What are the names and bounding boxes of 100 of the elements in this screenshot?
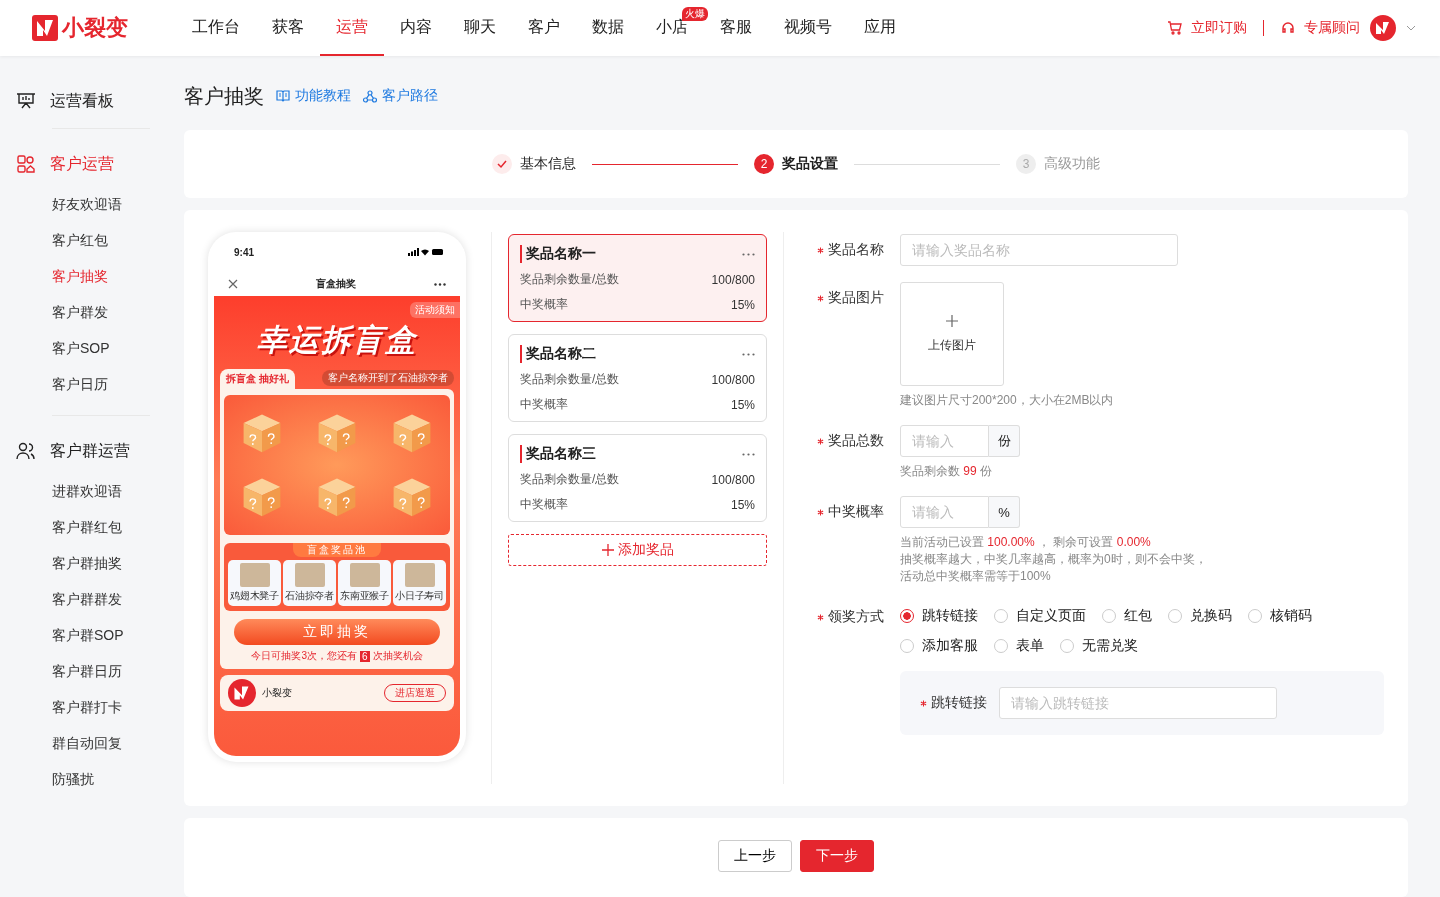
sidebar-item[interactable]: 客户群抽奖 [16,546,150,582]
order-link[interactable]: 立即订购 [1167,19,1247,37]
unit-addon: % [989,496,1020,528]
photo-placeholder [239,563,270,587]
sidebar-item[interactable]: 群自动回复 [16,726,150,762]
prize-card[interactable]: 奖品名称一 奖品剩余数量/总数 100/800 中奖概率 15% [508,234,767,322]
required-icon [817,437,824,445]
radio-option[interactable]: 跳转链接 [900,607,978,625]
radio-option[interactable]: 表单 [994,637,1044,655]
sidebar-item[interactable]: 客户群打卡 [16,690,150,726]
hot-badge: 火爆 [682,7,708,21]
photo-placeholder [349,563,380,587]
chances-text: 今日可抽奖3次，您还有 [251,649,357,663]
advisor-link[interactable]: 专属顾问 [1280,19,1360,37]
prize-name: 奖品名称二 [520,345,596,363]
prize-rate-label: 中奖概率 [520,496,568,513]
add-prize-button[interactable]: 添加奖品 [508,534,767,566]
sidebar-section[interactable]: 客户运营 [16,149,150,179]
prize-name: 奖品名称三 [520,445,596,463]
radio-option[interactable]: 兑换码 [1168,607,1232,625]
chevron-down-icon[interactable] [1406,25,1416,31]
prize-name: 奖品名称一 [520,245,596,263]
avatar-icon[interactable] [1370,15,1396,41]
cart-icon [1167,20,1183,36]
radio-option[interactable]: 添加客服 [900,637,978,655]
prize-stock: 100/800 [711,372,755,387]
plus-icon [601,544,614,556]
nav-tab[interactable]: 内容 [384,0,448,56]
photo-placeholder [404,563,435,587]
sidebar-section[interactable]: 客户群运营 [16,436,150,466]
prize-card[interactable]: 奖品名称三 奖品剩余数量/总数 100/800 中奖概率 15% [508,434,767,522]
photo-placeholder [294,563,325,587]
sidebar-item[interactable]: 好友欢迎语 [16,187,150,223]
prize-name-field[interactable]: 请输入奖品名称 [900,234,1178,266]
close-icon[interactable] [228,279,238,289]
required-icon [817,294,824,302]
sidebar-item[interactable]: 进群欢迎语 [16,474,150,510]
prize-card[interactable]: 奖品名称二 奖品剩余数量/总数 100/800 中奖概率 15% [508,334,767,422]
radio-option[interactable]: 红包 [1102,607,1152,625]
sidebar-item[interactable]: 客户抽奖 [16,259,150,295]
board-icon [16,92,36,110]
prize-stock: 100/800 [711,272,755,287]
phone-title: 盲盒抽奖 [316,277,356,291]
link-field[interactable]: 请输入跳转链接 [999,687,1277,719]
sidebar-section[interactable]: 运营看板 [16,86,150,116]
sidebar-item[interactable]: 防骚扰 [16,762,150,798]
radio-option[interactable]: 核销码 [1248,607,1312,625]
prize-stock-label: 奖品剩余数量/总数 [520,371,620,388]
nodes-icon [363,89,377,103]
image-hint: 建议图片尺寸200*200，大小在2MB以内 [900,392,1114,409]
unit-addon: 份 [989,425,1020,457]
pool-label: 小日子寿司 [395,589,444,603]
users-icon [16,154,36,174]
sidebar-item[interactable]: 客户群发 [16,295,150,331]
radio-circle[interactable] [900,609,914,623]
nav-tab[interactable]: 数据 [576,0,640,56]
next-button[interactable]: 下一步 [800,840,874,872]
pool-label: 鸡翅木凳子 [230,589,279,603]
sidebar-item[interactable]: 客户日历 [16,367,150,403]
nav-tab[interactable]: 应用 [848,0,912,56]
rate-note: 活动总中奖概率需等于100% [900,568,1052,585]
nav-tab[interactable]: 运营 [320,0,384,56]
radio-option[interactable]: 自定义页面 [994,607,1086,625]
field-label: 奖品图片 [828,289,884,307]
nav-tab[interactable]: 获客 [256,0,320,56]
sidebar-item[interactable]: 客户红包 [16,223,150,259]
step-label: 奖品设置 [782,155,838,173]
logo-icon [228,679,256,707]
nav-tab[interactable]: 客户 [512,0,576,56]
field-label: 奖品名称 [828,241,884,259]
plus-icon [946,314,958,327]
field-label: 跳转链接 [931,694,987,712]
more-icon[interactable] [434,282,446,286]
sidebar-item[interactable]: 客户群日历 [16,654,150,690]
group-icon [16,441,36,461]
more-icon[interactable] [742,352,755,356]
help-link[interactable]: 客户路径 [363,87,438,105]
nav-tab[interactable]: 视频号 [768,0,848,56]
sidebar-item[interactable]: 客户群群发 [16,582,150,618]
sidebar-item[interactable]: 客户群红包 [16,510,150,546]
nav-tab[interactable]: 工作台 [176,0,256,56]
upload-button[interactable]: 上传图片 [900,282,1004,386]
help-link[interactable]: 功能教程 [276,87,351,105]
prize-rate: 15% [730,297,755,312]
book-icon [276,90,290,102]
radio-option[interactable]: 无需兑奖 [1060,637,1138,655]
sidebar-item[interactable]: 客户SOP [16,331,150,367]
nav-tab[interactable]: 聊天 [448,0,512,56]
prize-rate: 15% [730,397,755,412]
status-time: 9:41 [234,246,254,258]
field-label: 奖品总数 [828,432,884,450]
rate-hint: 当前活动已设置 100.00% ， 剩余可设置 0.00% [900,534,1152,551]
more-icon[interactable] [742,452,755,456]
prize-total-field[interactable]: 请输入 [900,425,989,457]
brand-name: 小裂变 [62,14,128,42]
prize-rate-field[interactable]: 请输入 [900,496,989,528]
prev-button[interactable]: 上一步 [718,840,792,872]
step-number: 3 [1016,154,1036,174]
sidebar-item[interactable]: 客户群SOP [16,618,150,654]
required-icon [817,246,824,254]
